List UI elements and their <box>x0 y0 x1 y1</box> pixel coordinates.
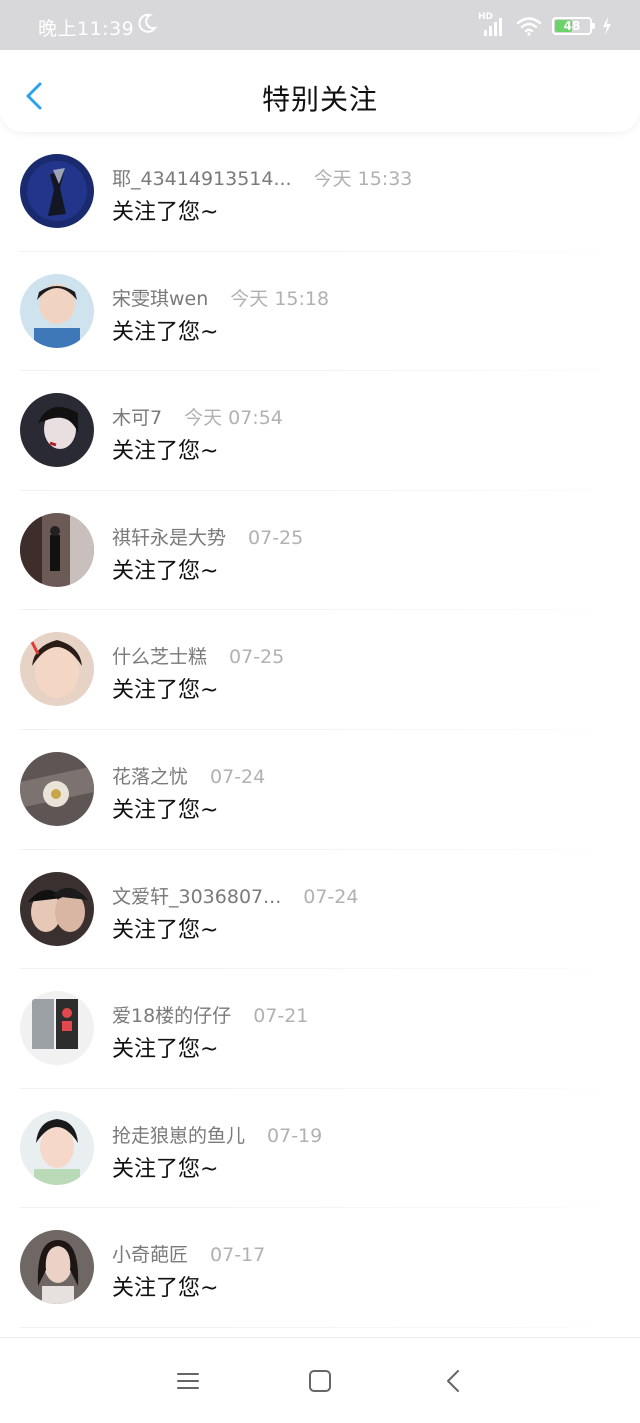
item-meta: 宋雯琪wen 今天 15:18 <box>112 284 329 311</box>
list-item[interactable]: 抢走狼崽的鱼儿 07-19 关注了您~ <box>0 1089 640 1209</box>
menu-icon[interactable] <box>174 1368 202 1394</box>
avatar[interactable] <box>20 273 94 348</box>
list-item[interactable]: 木可7 今天 07:54 关注了您~ <box>0 371 640 491</box>
avatar[interactable] <box>20 751 94 826</box>
signal-icon: HD <box>478 12 506 36</box>
user-name[interactable]: 宋雯琪wen <box>112 288 208 310</box>
item-message: 关注了您~ <box>112 797 219 823</box>
item-meta: 祺轩永是大势 07-25 <box>112 523 303 550</box>
wifi-icon <box>516 17 542 36</box>
item-meta: 小奇葩匠 07-17 <box>112 1240 265 1267</box>
user-name[interactable]: 爱18楼的仔仔 <box>112 1005 231 1027</box>
status-time: 晚上11:39 <box>38 18 135 40</box>
list-item[interactable]: 祺轩永是大势 07-25 关注了您~ <box>0 491 640 611</box>
item-meta: 什么芝士糕 07-25 <box>112 642 284 669</box>
user-name[interactable]: 花落之忧 <box>112 766 188 788</box>
avatar[interactable] <box>20 154 94 228</box>
divider <box>20 1326 640 1328</box>
item-meta: 爱18楼的仔仔 07-21 <box>112 1001 308 1028</box>
item-meta: 抢走狼崽的鱼儿 07-19 <box>112 1121 322 1148</box>
item-message: 关注了您~ <box>112 200 219 225</box>
item-time: 07-24 <box>210 765 266 788</box>
avatar[interactable] <box>20 632 94 707</box>
item-time: 今天 07:54 <box>184 407 283 430</box>
avatar[interactable] <box>20 991 94 1066</box>
item-time: 07-19 <box>267 1124 323 1147</box>
item-time: 07-17 <box>210 1244 266 1267</box>
avatar[interactable] <box>20 1230 94 1305</box>
item-meta: 耶_43414913514... 今天 15:33 <box>112 164 412 191</box>
user-name[interactable]: 文爱轩_3036807... <box>112 886 281 908</box>
item-message: 关注了您~ <box>112 1276 219 1302</box>
battery-level: 48 <box>563 19 581 33</box>
status-bar: 晚上11:39 HD 48 <box>0 0 640 50</box>
list-item[interactable]: 爱18楼的仔仔 07-21 关注了您~ <box>0 969 640 1089</box>
list-item[interactable]: 宋雯琪wen 今天 15:18 关注了您~ <box>0 252 640 372</box>
item-message: 关注了您~ <box>112 558 219 584</box>
user-name[interactable]: 什么芝士糕 <box>112 646 207 668</box>
user-name[interactable]: 抢走狼崽的鱼儿 <box>112 1125 245 1147</box>
charging-icon <box>603 17 611 35</box>
page-title: 特别关注 <box>261 83 378 116</box>
moon-icon <box>138 13 158 33</box>
list-item[interactable]: 耶_43414913514... 今天 15:33 关注了您~ <box>0 132 640 252</box>
user-name[interactable]: 祺轩永是大势 <box>112 527 226 549</box>
system-nav-bar <box>0 1337 640 1423</box>
user-name[interactable]: 耶_43414913514... <box>112 168 292 190</box>
item-time: 今天 15:18 <box>230 287 330 310</box>
page-header: 特别关注 <box>0 50 640 132</box>
nav-back-icon[interactable] <box>440 1368 468 1394</box>
avatar[interactable] <box>20 512 94 587</box>
item-meta: 花落之忧 07-24 <box>112 762 265 789</box>
user-name[interactable]: 木可7 <box>112 407 162 429</box>
notification-list: 耶_43414913514... 今天 15:33 关注了您~ 宋雯琪wen 今天 … <box>0 132 640 1328</box>
item-time: 07-25 <box>248 526 304 549</box>
item-time: 07-25 <box>229 646 285 669</box>
avatar[interactable] <box>20 1110 94 1185</box>
battery-icon: 48 <box>552 17 595 35</box>
item-time: 07-24 <box>303 885 359 908</box>
item-time: 07-21 <box>253 1005 309 1028</box>
item-time: 今天 15:33 <box>313 168 413 190</box>
home-square-icon[interactable] <box>306 1368 334 1394</box>
list-item[interactable]: 什么芝士糕 07-25 关注了您~ <box>0 610 640 730</box>
item-message: 关注了您~ <box>112 1156 219 1182</box>
list-item[interactable]: 花落之忧 07-24 关注了您~ <box>0 730 640 850</box>
item-meta: 木可7 今天 07:54 <box>112 403 283 430</box>
list-item[interactable]: 文爱轩_3036807... 07-24 关注了您~ <box>0 850 640 970</box>
avatar[interactable] <box>20 393 94 468</box>
user-name[interactable]: 小奇葩匠 <box>112 1244 188 1266</box>
item-message: 关注了您~ <box>112 678 219 704</box>
avatar[interactable] <box>20 871 94 946</box>
item-message: 关注了您~ <box>112 1037 219 1063</box>
item-message: 关注了您~ <box>112 319 219 345</box>
list-item[interactable]: 小奇葩匠 07-17 关注了您~ <box>0 1208 640 1328</box>
item-meta: 文爱轩_3036807... 07-24 <box>112 882 358 909</box>
item-message: 关注了您~ <box>112 917 219 943</box>
item-message: 关注了您~ <box>112 439 219 465</box>
